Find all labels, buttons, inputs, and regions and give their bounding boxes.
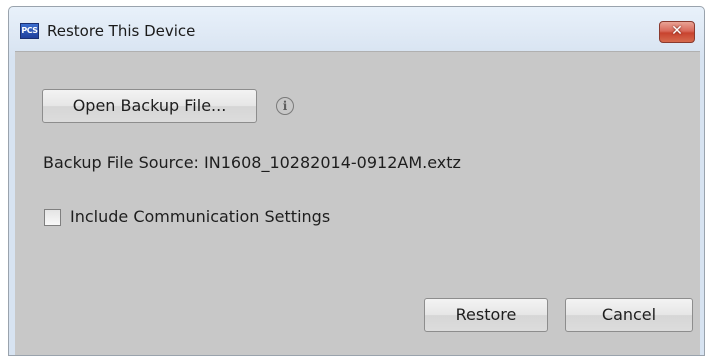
include-communication-settings-checkbox[interactable] bbox=[44, 209, 61, 226]
close-button[interactable]: ✕ bbox=[659, 21, 695, 43]
cancel-button[interactable]: Cancel bbox=[565, 298, 693, 332]
window-title: Restore This Device bbox=[47, 22, 196, 40]
backup-file-source: Backup File Source: IN1608_10282014-0912… bbox=[43, 153, 461, 172]
open-backup-file-button[interactable]: Open Backup File... bbox=[42, 89, 257, 123]
restore-button[interactable]: Restore bbox=[424, 298, 548, 332]
app-logo-icon: PCS bbox=[20, 23, 39, 39]
restore-dialog: PCS Restore This Device ✕ Open Backup Fi… bbox=[8, 6, 705, 356]
dialog-body: Open Backup File... i Backup File Source… bbox=[15, 51, 700, 355]
backup-file-source-label: Backup File Source: bbox=[43, 153, 199, 172]
backup-file-source-value: IN1608_10282014-0912AM.extz bbox=[204, 153, 461, 172]
info-icon[interactable]: i bbox=[276, 97, 294, 115]
include-communication-settings-label[interactable]: Include Communication Settings bbox=[70, 207, 330, 226]
title-bar[interactable]: PCS Restore This Device ✕ bbox=[9, 7, 704, 57]
